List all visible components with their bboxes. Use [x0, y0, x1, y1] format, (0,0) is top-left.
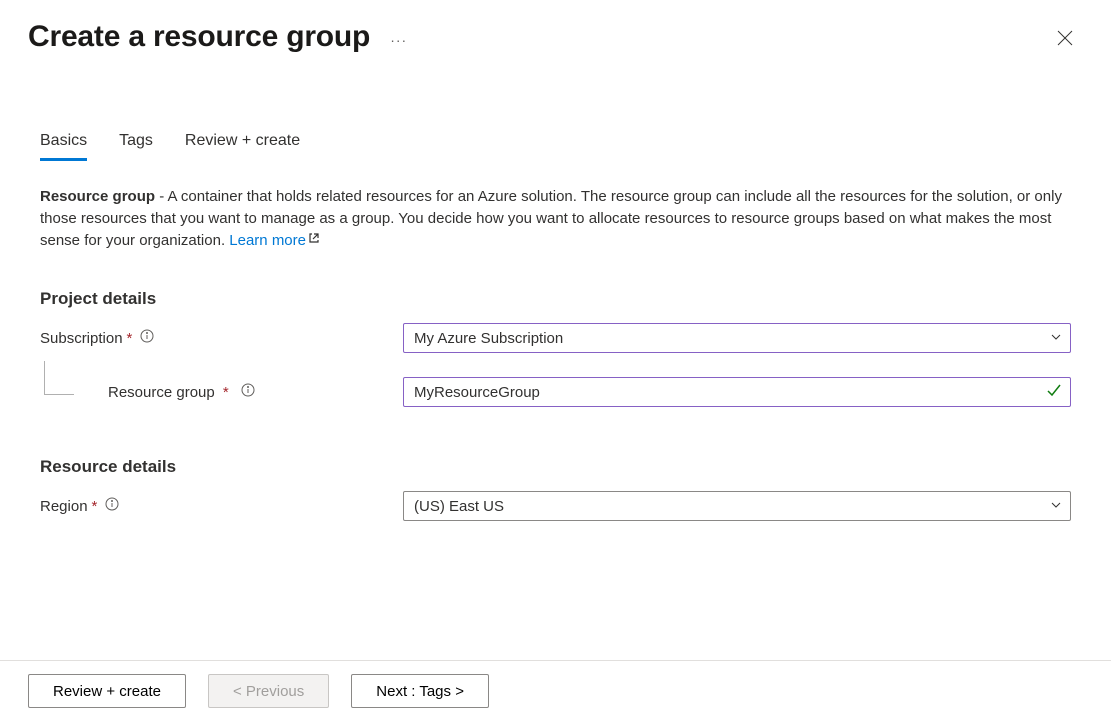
close-icon: [1057, 33, 1073, 50]
tree-indent-line: [44, 361, 74, 395]
learn-more-link[interactable]: Learn more: [229, 232, 306, 249]
more-actions-icon[interactable]: ···: [390, 32, 407, 48]
chevron-down-icon: [1050, 498, 1062, 515]
subscription-label: Subscription: [40, 330, 123, 347]
tab-basics[interactable]: Basics: [40, 132, 87, 161]
chevron-down-icon: [1050, 330, 1062, 347]
project-details-heading: Project details: [40, 289, 1071, 309]
tab-review[interactable]: Review + create: [185, 132, 300, 161]
tabs: Basics Tags Review + create: [0, 132, 1111, 162]
tab-tags[interactable]: Tags: [119, 132, 153, 161]
region-value: (US) East US: [414, 498, 504, 515]
region-select[interactable]: (US) East US: [403, 491, 1071, 521]
previous-button: < Previous: [208, 674, 329, 708]
subscription-select[interactable]: My Azure Subscription: [403, 323, 1071, 353]
external-link-icon: [308, 229, 320, 251]
resource-group-value: MyResourceGroup: [414, 384, 540, 401]
resource-group-input[interactable]: MyResourceGroup: [403, 377, 1071, 407]
resource-details-heading: Resource details: [40, 457, 1071, 477]
description-text: Resource group - A container that holds …: [40, 186, 1071, 251]
page-title: Create a resource group: [28, 20, 370, 54]
region-label: Region: [40, 498, 88, 515]
subscription-value: My Azure Subscription: [414, 330, 563, 347]
info-icon[interactable]: [140, 329, 154, 347]
close-button[interactable]: [1051, 24, 1079, 57]
review-create-button[interactable]: Review + create: [28, 674, 186, 708]
checkmark-icon: [1046, 382, 1062, 402]
required-indicator: *: [127, 330, 133, 347]
next-button[interactable]: Next : Tags >: [351, 674, 489, 708]
required-indicator: *: [223, 384, 229, 401]
info-icon[interactable]: [105, 497, 119, 515]
resource-group-label: Resource group: [108, 384, 215, 401]
info-icon[interactable]: [241, 384, 255, 401]
required-indicator: *: [92, 498, 98, 515]
